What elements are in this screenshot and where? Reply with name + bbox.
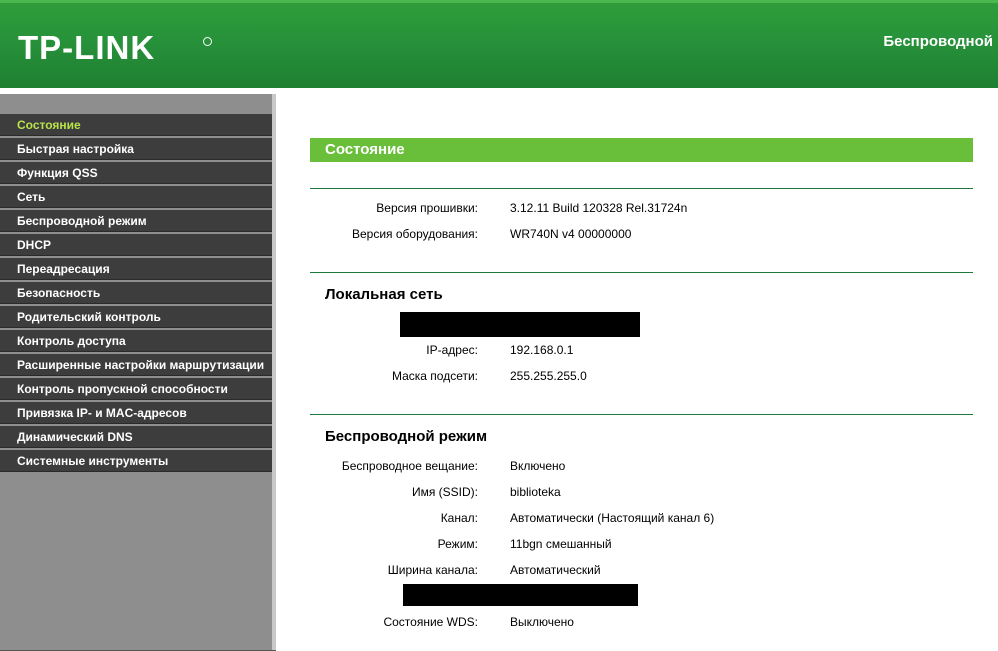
hardware-value: WR740N v4 00000000	[510, 227, 632, 241]
sidebar: Состояние Быстрая настройка Функция QSS …	[0, 94, 276, 651]
wireless-title: Беспроводной режим	[325, 428, 488, 445]
sidebar-scrollbar[interactable]	[272, 94, 276, 651]
mode-label: Режим:	[437, 537, 478, 551]
sidebar-menu: Состояние Быстрая настройка Функция QSS …	[0, 114, 272, 474]
header-page-title: Беспроводной	[883, 33, 993, 50]
redacted-block	[403, 584, 638, 606]
divider	[310, 414, 973, 415]
sidebar-item-parental-control[interactable]: Родительский контроль	[0, 306, 272, 328]
sidebar-item-forwarding[interactable]: Переадресация	[0, 258, 272, 280]
sidebar-item-system-tools[interactable]: Системные инструменты	[0, 450, 272, 472]
sidebar-item-status[interactable]: Состояние	[0, 114, 272, 136]
sidebar-item-advanced-routing[interactable]: Расширенные настройки маршрутизации	[0, 354, 272, 376]
brand-logo: TP-LINK	[18, 29, 156, 66]
subnet-mask-value: 255.255.255.0	[510, 369, 587, 383]
channel-value: Автоматически (Настоящий канал 6)	[510, 511, 715, 525]
sidebar-item-access-control[interactable]: Контроль доступа	[0, 330, 272, 352]
subnet-mask-label: Маска подсети:	[391, 369, 478, 383]
ssid-label: Имя (SSID):	[411, 485, 478, 499]
ssid-value: biblioteka	[510, 485, 561, 499]
channel-width-value: Автоматический	[510, 563, 601, 577]
redacted-block	[400, 312, 640, 337]
hardware-label: Версия оборудования:	[352, 227, 478, 241]
firmware-value: 3.12.11 Build 120328 Rel.31724n	[510, 201, 688, 215]
header-top-line	[0, 0, 998, 3]
header-bar: TP-LINK Беспроводной	[0, 0, 998, 88]
wds-value: Выключено	[510, 615, 574, 629]
broadcast-value: Включено	[510, 459, 566, 473]
divider	[310, 272, 973, 273]
mode-value: 11bgn смешанный	[510, 537, 612, 551]
divider	[310, 188, 973, 189]
ip-value: 192.168.0.1	[510, 343, 574, 357]
sidebar-item-bandwidth-control[interactable]: Контроль пропускной способности	[0, 378, 272, 400]
sidebar-item-ddns[interactable]: Динамический DNS	[0, 426, 272, 448]
channel-label: Канал:	[440, 511, 478, 525]
wds-label: Состояние WDS:	[383, 615, 478, 629]
sidebar-item-wireless[interactable]: Беспроводной режим	[0, 210, 272, 232]
firmware-label: Версия прошивки:	[376, 201, 478, 215]
sidebar-item-qss[interactable]: Функция QSS	[0, 162, 272, 184]
sidebar-item-dhcp[interactable]: DHCP	[0, 234, 272, 256]
main-content: Состояние Версия прошивки: 3.12.11 Build…	[278, 94, 998, 651]
sidebar-item-network[interactable]: Сеть	[0, 186, 272, 208]
sidebar-item-ip-mac-binding[interactable]: Привязка IP- и MAC-адресов	[0, 402, 272, 424]
ip-label: IP-адрес:	[426, 343, 478, 357]
lan-title: Локальная сеть	[325, 286, 443, 303]
sidebar-item-security[interactable]: Безопасность	[0, 282, 272, 304]
sidebar-item-quick-setup[interactable]: Быстрая настройка	[0, 138, 272, 160]
section-title: Состояние	[310, 138, 973, 162]
channel-width-label: Ширина канала:	[387, 563, 478, 577]
broadcast-label: Беспроводное вещание:	[341, 459, 478, 473]
registered-mark-icon	[203, 37, 212, 46]
